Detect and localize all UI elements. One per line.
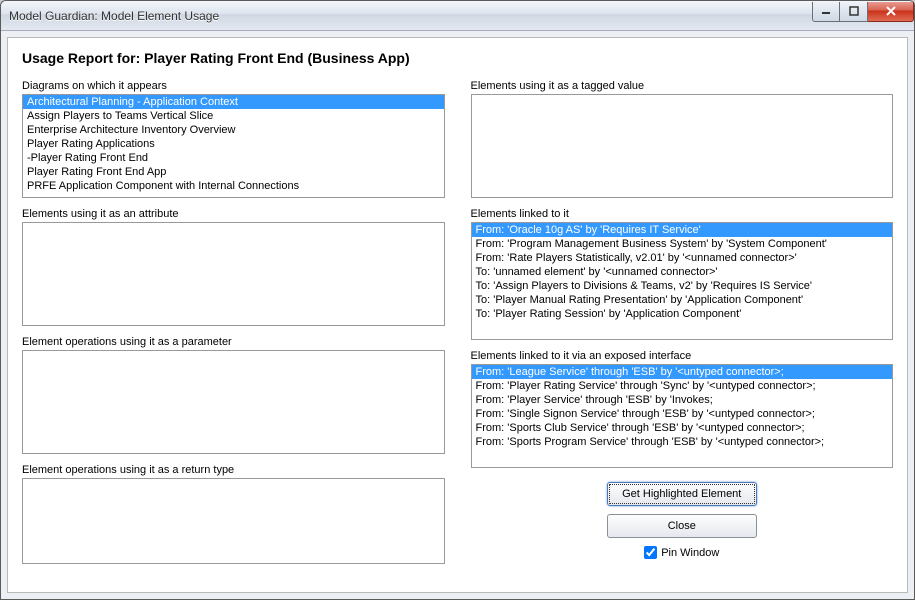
label-diagrams: Diagrams on which it appears <box>22 80 445 92</box>
label-exposed: Elements linked to it via an exposed int… <box>471 350 894 362</box>
list-item[interactable]: To: 'Player Rating Session' by 'Applicat… <box>472 307 893 321</box>
list-item[interactable]: From: 'Single Signon Service' through 'E… <box>472 407 893 421</box>
list-item[interactable]: From: 'Rate Players Statistically, v2.01… <box>472 251 893 265</box>
list-item[interactable]: From: 'Sports Club Service' through 'ESB… <box>472 421 893 435</box>
group-tagged: Elements using it as a tagged value <box>471 80 894 198</box>
group-linked: Elements linked to it From: 'Oracle 10g … <box>471 208 894 340</box>
list-item[interactable]: From: 'Player Rating Service' through 'S… <box>472 379 893 393</box>
list-item[interactable]: -Player Rating Front End <box>23 151 444 165</box>
list-item[interactable]: From: 'Program Management Business Syste… <box>472 237 893 251</box>
pin-window-row[interactable]: Pin Window <box>644 546 719 559</box>
list-item[interactable]: To: 'Assign Players to Divisions & Teams… <box>472 279 893 293</box>
get-highlighted-button[interactable]: Get Highlighted Element <box>607 482 757 506</box>
list-item[interactable]: Player Rating Front End App <box>23 165 444 179</box>
list-item[interactable]: Assign Players to Teams Vertical Slice <box>23 109 444 123</box>
client-area: Usage Report for: Player Rating Front En… <box>7 37 908 593</box>
label-tagged: Elements using it as a tagged value <box>471 80 894 92</box>
close-label: Close <box>668 520 696 532</box>
app-window: Model Guardian: Model Element Usage Usag… <box>0 0 915 600</box>
list-item[interactable]: From: 'Oracle 10g AS' by 'Requires IT Se… <box>472 223 893 237</box>
titlebar: Model Guardian: Model Element Usage <box>1 1 914 31</box>
group-attribute: Elements using it as an attribute <box>22 208 445 326</box>
pin-window-checkbox[interactable] <box>644 546 657 559</box>
minimize-icon <box>821 6 831 16</box>
listbox-tagged[interactable] <box>471 94 894 198</box>
list-item[interactable]: To: 'Player Manual Rating Presentation' … <box>472 293 893 307</box>
group-returntype: Element operations using it as a return … <box>22 464 445 564</box>
list-item[interactable]: Architectural Planning - Application Con… <box>23 95 444 109</box>
get-highlighted-label: Get Highlighted Element <box>622 488 741 500</box>
right-column: Elements using it as a tagged value Elem… <box>471 80 894 574</box>
group-exposed: Elements linked to it via an exposed int… <box>471 350 894 468</box>
group-parameter: Element operations using it as a paramet… <box>22 336 445 454</box>
close-icon <box>885 6 897 16</box>
list-item[interactable]: From: 'League Service' through 'ESB' by … <box>472 365 893 379</box>
list-item[interactable]: Player Rating Applications <box>23 137 444 151</box>
maximize-button[interactable] <box>840 2 868 22</box>
listbox-returntype[interactable] <box>22 478 445 564</box>
label-attribute: Elements using it as an attribute <box>22 208 445 220</box>
label-returntype: Element operations using it as a return … <box>22 464 445 476</box>
left-column: Diagrams on which it appears Architectur… <box>22 80 445 574</box>
list-item[interactable]: Enterprise Architecture Inventory Overvi… <box>23 123 444 137</box>
listbox-attribute[interactable] <box>22 222 445 326</box>
report-title: Usage Report for: Player Rating Front En… <box>22 50 893 66</box>
pin-window-label: Pin Window <box>661 547 719 559</box>
columns: Diagrams on which it appears Architectur… <box>22 80 893 574</box>
window-controls <box>812 2 914 22</box>
close-window-button[interactable] <box>868 2 914 22</box>
minimize-button[interactable] <box>812 2 840 22</box>
list-item[interactable]: From: 'Player Service' through 'ESB' by … <box>472 393 893 407</box>
listbox-diagrams[interactable]: Architectural Planning - Application Con… <box>22 94 445 198</box>
listbox-exposed[interactable]: From: 'League Service' through 'ESB' by … <box>471 364 894 468</box>
label-linked: Elements linked to it <box>471 208 894 220</box>
footer-buttons: Get Highlighted Element Close Pin Window <box>471 482 894 559</box>
list-item[interactable]: PRFE Application Component with Internal… <box>23 179 444 193</box>
listbox-linked[interactable]: From: 'Oracle 10g AS' by 'Requires IT Se… <box>471 222 894 340</box>
close-button[interactable]: Close <box>607 514 757 538</box>
group-diagrams: Diagrams on which it appears Architectur… <box>22 80 445 198</box>
maximize-icon <box>849 6 859 16</box>
window-title: Model Guardian: Model Element Usage <box>9 9 812 23</box>
list-item[interactable]: From: 'Sports Program Service' through '… <box>472 435 893 449</box>
label-parameter: Element operations using it as a paramet… <box>22 336 445 348</box>
list-item[interactable]: To: 'unnamed element' by '<unnamed conne… <box>472 265 893 279</box>
listbox-parameter[interactable] <box>22 350 445 454</box>
